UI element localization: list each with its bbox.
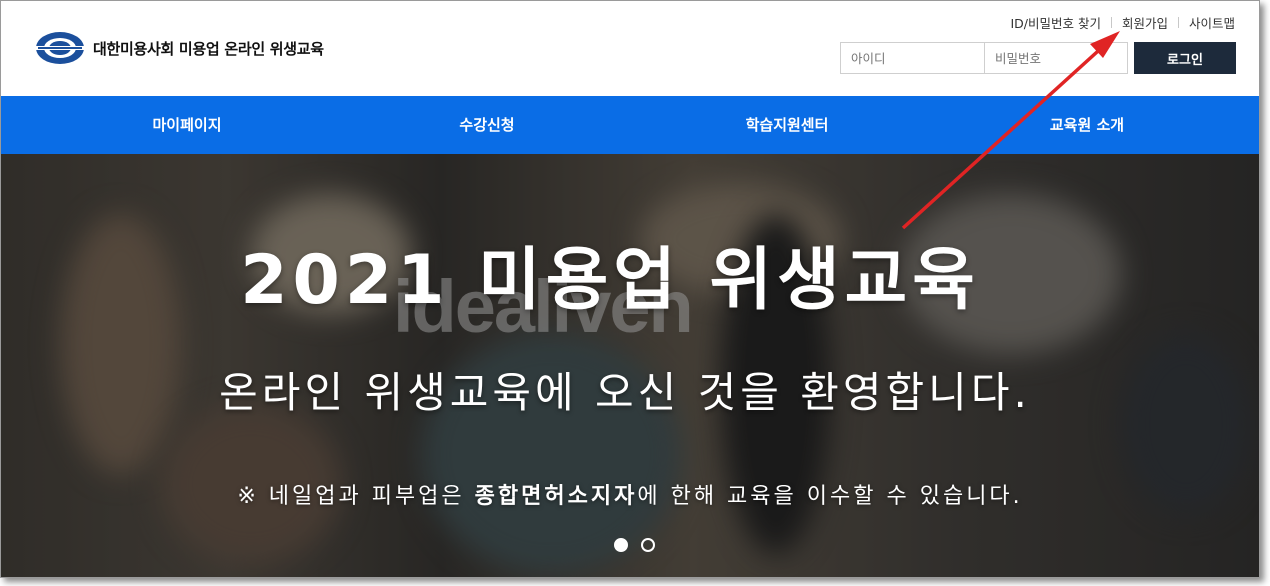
login-button[interactable]: 로그인	[1134, 42, 1236, 74]
main-nav: 마이페이지 수강신청 학습지원센터 교육원 소개	[1, 96, 1259, 154]
site-title: 대한미용사회 미용업 온라인 위생교육	[93, 39, 324, 58]
password-input[interactable]	[985, 42, 1128, 74]
nav-item-learning-support[interactable]: 학습지원센터	[746, 96, 829, 154]
note-bold: 종합면허소지자	[474, 484, 638, 509]
slide-dot-1[interactable]	[614, 538, 628, 552]
hero-banner: idealiven 2021 미용업 위생교육 온라인 위생교육에 오신 것을 …	[1, 154, 1259, 577]
site-logo[interactable]: 대한미용사회 미용업 온라인 위생교육	[35, 31, 324, 65]
hero-title: 2021 미용업 위생교육	[240, 241, 980, 320]
divider	[1110, 17, 1112, 28]
sitemap-link[interactable]: 사이트맵	[1189, 13, 1235, 32]
note-prefix: ※ 네일업과 피부업은	[237, 484, 475, 509]
find-id-password-link[interactable]: ID/비밀번호 찾기	[1010, 13, 1101, 32]
login-form: 로그인	[840, 42, 1236, 74]
hero-note: ※ 네일업과 피부업은 종합면허소지자에 한해 교육을 이수할 수 있습니다.	[1, 478, 1259, 510]
divider	[1177, 17, 1179, 28]
nav-item-about[interactable]: 교육원 소개	[1050, 96, 1124, 154]
note-suffix: 에 한해 교육을 이수할 수 있습니다.	[637, 484, 1023, 509]
utility-links: ID/비밀번호 찾기 회원가입 사이트맵	[1010, 13, 1235, 32]
logo-emblem-icon	[36, 32, 84, 64]
browser-viewport: 대한미용사회 미용업 온라인 위생교육 ID/비밀번호 찾기 회원가입 사이트맵…	[0, 0, 1260, 578]
nav-item-course-registration[interactable]: 수강신청	[459, 96, 514, 154]
signup-link[interactable]: 회원가입	[1122, 13, 1168, 32]
slide-indicator	[614, 538, 668, 552]
site-header: 대한미용사회 미용업 온라인 위생교육 ID/비밀번호 찾기 회원가입 사이트맵…	[1, 1, 1259, 96]
slide-dot-2[interactable]	[641, 538, 655, 552]
nav-item-mypage[interactable]: 마이페이지	[152, 96, 221, 154]
hero-subtitle: 온라인 위생교육에 오신 것을 환영합니다.	[219, 368, 1031, 417]
id-input[interactable]	[840, 42, 985, 74]
